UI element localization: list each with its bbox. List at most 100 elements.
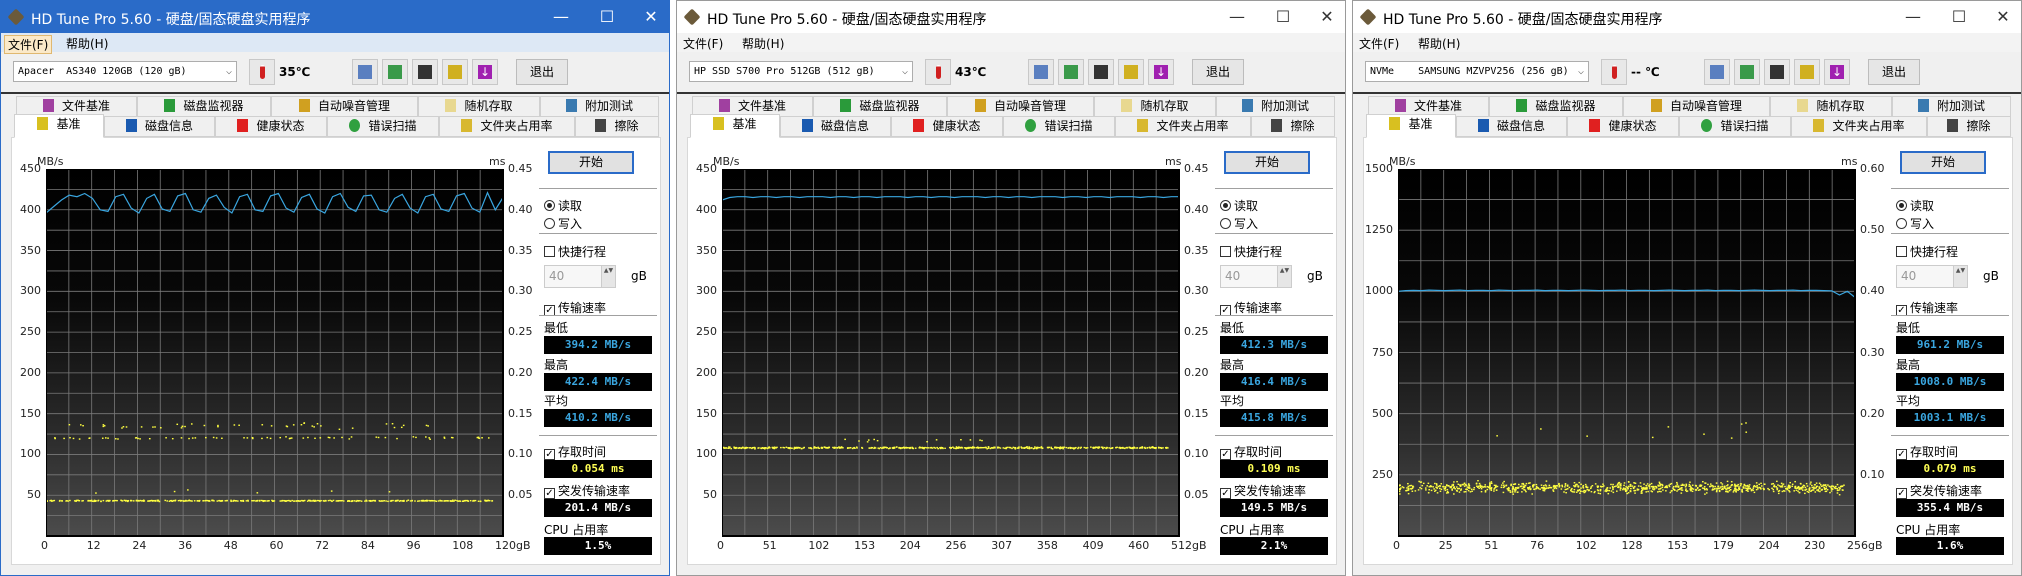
short-stroke-size-input[interactable]: 40 ▲▼ — [544, 265, 616, 288]
copy-text-button[interactable] — [1028, 59, 1054, 85]
start-button[interactable]: 开始 — [548, 151, 634, 174]
short-stroke-size-input[interactable]: 40 ▲▼ — [1220, 265, 1292, 288]
copy-text-button[interactable] — [1704, 59, 1730, 85]
copy-all-button[interactable] — [382, 59, 408, 85]
tab-disk-info[interactable]: 磁盘信息 — [780, 116, 891, 137]
access-time-checkbox[interactable]: ✓ 存取时间 — [1220, 443, 1282, 460]
write-radio[interactable]: 写入 — [1220, 215, 1258, 232]
screenshot-camera-button[interactable] — [412, 59, 438, 85]
exit-button[interactable]: 退出 — [1192, 59, 1244, 85]
close-button[interactable]: ✕ — [1983, 5, 2021, 29]
tab-folder-usage[interactable]: 文件夹占用率 — [1791, 116, 1927, 137]
short-stroke-size-input[interactable]: 40 ▲▼ — [1896, 265, 1968, 288]
minimize-button[interactable]: — — [1217, 5, 1257, 29]
tab-folder-usage[interactable]: 文件夹占用率 — [439, 116, 575, 137]
tab-error-scan[interactable]: 错误扫描 — [1679, 116, 1791, 137]
tab-disk-info[interactable]: 磁盘信息 — [1456, 116, 1567, 137]
write-radio[interactable]: 写入 — [1896, 215, 1934, 232]
menu-help[interactable]: 帮助(H) — [739, 35, 787, 52]
tab-benchmark[interactable]: 基准 — [1366, 114, 1456, 138]
access-time-point — [451, 500, 454, 502]
copy-text-button[interactable] — [352, 59, 378, 85]
menu-file[interactable]: 文件(F) — [680, 35, 726, 52]
burst-rate-checkbox[interactable]: ✓ 突发传输速率 — [1220, 482, 1306, 499]
temperature-button[interactable] — [925, 59, 951, 85]
short-stroke-checkbox[interactable]: 快捷行程 — [1896, 243, 1958, 260]
access-time-point — [767, 447, 769, 449]
tab-disk-monitor[interactable]: 磁盘监视器 — [137, 96, 271, 117]
temperature-button[interactable] — [1601, 59, 1627, 85]
drive-select[interactable]: NVMe SAMSUNG MZVPV256 (256 gB) ⌵ — [1365, 61, 1589, 82]
spinner-arrows-icon[interactable]: ▲▼ — [1277, 266, 1291, 287]
access-time-point — [991, 447, 994, 449]
options-button[interactable] — [1118, 59, 1144, 85]
drive-select[interactable]: HP SSD S700 Pro 512GB (512 gB) ⌵ — [689, 61, 913, 82]
tab-random-access[interactable]: 随机存取 — [418, 96, 540, 117]
minimize-button[interactable]: — — [541, 5, 581, 29]
tab-aam[interactable]: 自动噪音管理 — [271, 96, 418, 117]
read-radio[interactable]: 读取 — [1896, 197, 1934, 214]
short-stroke-checkbox[interactable]: 快捷行程 — [544, 243, 606, 260]
menu-file[interactable]: 文件(F) — [4, 35, 53, 54]
y-tick-label-right: 0.45 — [1184, 162, 1209, 175]
read-radio[interactable]: 读取 — [1220, 197, 1258, 214]
start-button[interactable]: 开始 — [1900, 151, 1986, 174]
short-stroke-checkbox[interactable]: 快捷行程 — [1220, 243, 1282, 260]
transfer-rate-checkbox[interactable]: ✓ 传输速率 — [544, 299, 606, 316]
menu-help[interactable]: 帮助(H) — [1415, 35, 1463, 52]
tab-health[interactable]: 健康状态 — [1567, 116, 1679, 137]
read-radio[interactable]: 读取 — [544, 197, 582, 214]
tab-benchmark[interactable]: 基准 — [14, 114, 104, 138]
spinner-arrows-icon[interactable]: ▲▼ — [1953, 266, 1967, 287]
spinner-arrows-icon[interactable]: ▲▼ — [601, 266, 615, 287]
tab-benchmark[interactable]: 基准 — [690, 114, 780, 138]
access-time-checkbox[interactable]: ✓ 存取时间 — [544, 443, 606, 460]
close-button[interactable]: ✕ — [1307, 5, 1345, 29]
transfer-rate-checkbox[interactable]: ✓ 传输速率 — [1896, 299, 1958, 316]
tab-extra-tests[interactable]: 附加测试 — [1216, 96, 1335, 117]
maximize-button[interactable]: ☐ — [587, 5, 627, 29]
copy-all-button[interactable] — [1734, 59, 1760, 85]
drive-select[interactable]: Apacer AS340 120GB (120 gB) ⌵ — [13, 61, 237, 82]
screenshot-camera-button[interactable] — [1764, 59, 1790, 85]
transfer-rate-checkbox[interactable]: ✓ 传输速率 — [1220, 299, 1282, 316]
maximize-button[interactable]: ☐ — [1263, 5, 1303, 29]
options-button[interactable] — [442, 59, 468, 85]
tab-erase[interactable]: 擦除 — [575, 116, 659, 137]
tab-disk-monitor[interactable]: 磁盘监视器 — [813, 96, 947, 117]
screenshot-camera-button[interactable] — [1088, 59, 1114, 85]
temperature-button[interactable] — [249, 59, 275, 85]
burst-rate-checkbox[interactable]: ✓ 突发传输速率 — [544, 482, 630, 499]
tab-random-access[interactable]: 随机存取 — [1770, 96, 1892, 117]
tab-erase[interactable]: 擦除 — [1927, 116, 2011, 137]
tab-aam[interactable]: 自动噪音管理 — [1623, 96, 1770, 117]
burst-rate-checkbox[interactable]: ✓ 突发传输速率 — [1896, 482, 1982, 499]
exit-button[interactable]: 退出 — [1868, 59, 1920, 85]
save-download-button[interactable]: ↓ — [1824, 59, 1850, 85]
tab-extra-tests[interactable]: 附加测试 — [1892, 96, 2011, 117]
copy-all-button[interactable] — [1058, 59, 1084, 85]
tab-erase[interactable]: 擦除 — [1251, 116, 1335, 137]
tab-extra-tests[interactable]: 附加测试 — [540, 96, 659, 117]
minimize-button[interactable]: — — [1893, 5, 1933, 29]
access-time-checkbox[interactable]: ✓ 存取时间 — [1896, 443, 1958, 460]
tab-health[interactable]: 健康状态 — [891, 116, 1003, 137]
maximize-button[interactable]: ☐ — [1939, 5, 1979, 29]
tab-disk-monitor[interactable]: 磁盘监视器 — [1489, 96, 1623, 117]
menu-file[interactable]: 文件(F) — [1356, 35, 1402, 52]
tab-random-access[interactable]: 随机存取 — [1094, 96, 1216, 117]
tab-error-scan[interactable]: 错误扫描 — [327, 116, 439, 137]
tab-aam[interactable]: 自动噪音管理 — [947, 96, 1094, 117]
tab-error-scan[interactable]: 错误扫描 — [1003, 116, 1115, 137]
menu-help[interactable]: 帮助(H) — [63, 35, 111, 52]
write-radio[interactable]: 写入 — [544, 215, 582, 232]
save-download-button[interactable]: ↓ — [472, 59, 498, 85]
tab-disk-info[interactable]: 磁盘信息 — [104, 116, 215, 137]
save-download-button[interactable]: ↓ — [1148, 59, 1174, 85]
tab-health[interactable]: 健康状态 — [215, 116, 327, 137]
close-button[interactable]: ✕ — [631, 5, 669, 29]
tab-folder-usage[interactable]: 文件夹占用率 — [1115, 116, 1251, 137]
options-button[interactable] — [1794, 59, 1820, 85]
start-button[interactable]: 开始 — [1224, 151, 1310, 174]
exit-button[interactable]: 退出 — [516, 59, 568, 85]
